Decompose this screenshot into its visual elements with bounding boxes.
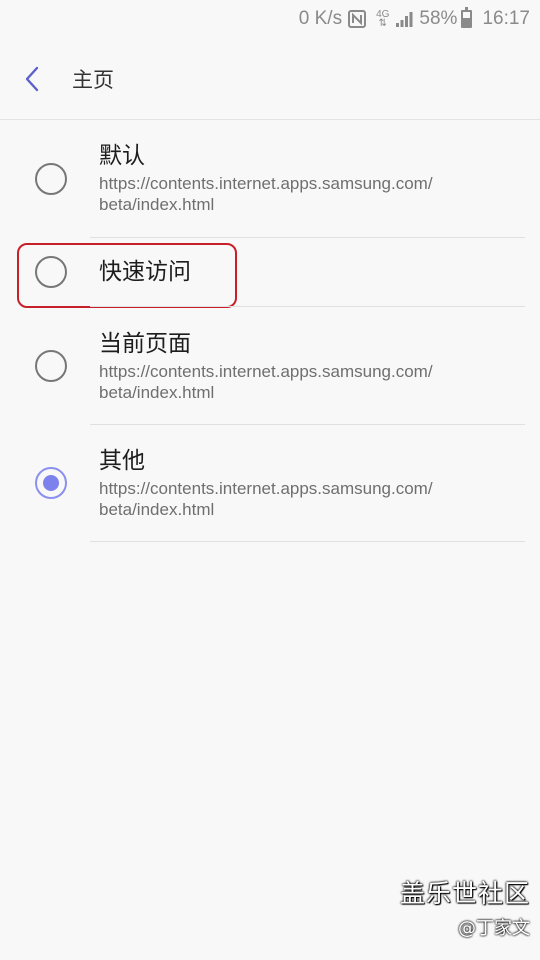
divider xyxy=(90,541,525,542)
watermark: 盖乐世社区 @丁家文 xyxy=(400,874,530,940)
option-other-url-line2: beta/index.html xyxy=(99,500,215,519)
highlight-annotation-box xyxy=(17,243,237,308)
option-default-url-line2: beta/index.html xyxy=(99,195,215,214)
option-other-title: 其他 xyxy=(99,448,145,474)
radio-other-selected[interactable] xyxy=(35,467,67,499)
watermark-logo: 盖乐世社区 xyxy=(399,879,530,908)
data-arrows-icon: ⇅ xyxy=(378,18,387,29)
nfc-icon xyxy=(348,10,367,28)
watermark-author: @丁家文 xyxy=(458,918,530,939)
status-bar: 0 K/s 4G ⇅ 58% 16:17 xyxy=(0,0,540,38)
option-default-title: 默认 xyxy=(99,143,145,169)
option-current-page-url-line1: https://contents.internet.apps.samsung.c… xyxy=(99,362,433,381)
option-other[interactable]: 其他 https://contents.internet.apps.samsun… xyxy=(0,425,540,542)
clock: 16:17 xyxy=(482,8,530,29)
radio-default[interactable] xyxy=(35,163,67,195)
back-button[interactable] xyxy=(0,38,64,120)
option-default[interactable]: 默认 https://contents.internet.apps.samsun… xyxy=(0,121,540,238)
option-current-page-title: 当前页面 xyxy=(99,331,191,357)
chevron-left-icon xyxy=(25,66,39,91)
option-default-url-line1: https://contents.internet.apps.samsung.c… xyxy=(99,174,433,193)
network-type-indicator: 4G ⇅ xyxy=(376,10,389,29)
app-header: 主页 xyxy=(0,38,540,120)
battery-icon xyxy=(461,7,473,28)
option-current-page-url-line2: beta/index.html xyxy=(99,383,215,402)
network-speed: 0 K/s xyxy=(298,8,343,29)
option-other-url-line1: https://contents.internet.apps.samsung.c… xyxy=(99,479,433,498)
radio-current-page[interactable] xyxy=(35,350,67,382)
page-title: 主页 xyxy=(72,67,114,92)
signal-icon xyxy=(395,10,413,28)
battery-percent: 58% xyxy=(419,8,458,29)
option-current-page[interactable]: 当前页面 https://contents.internet.apps.sams… xyxy=(0,307,540,424)
